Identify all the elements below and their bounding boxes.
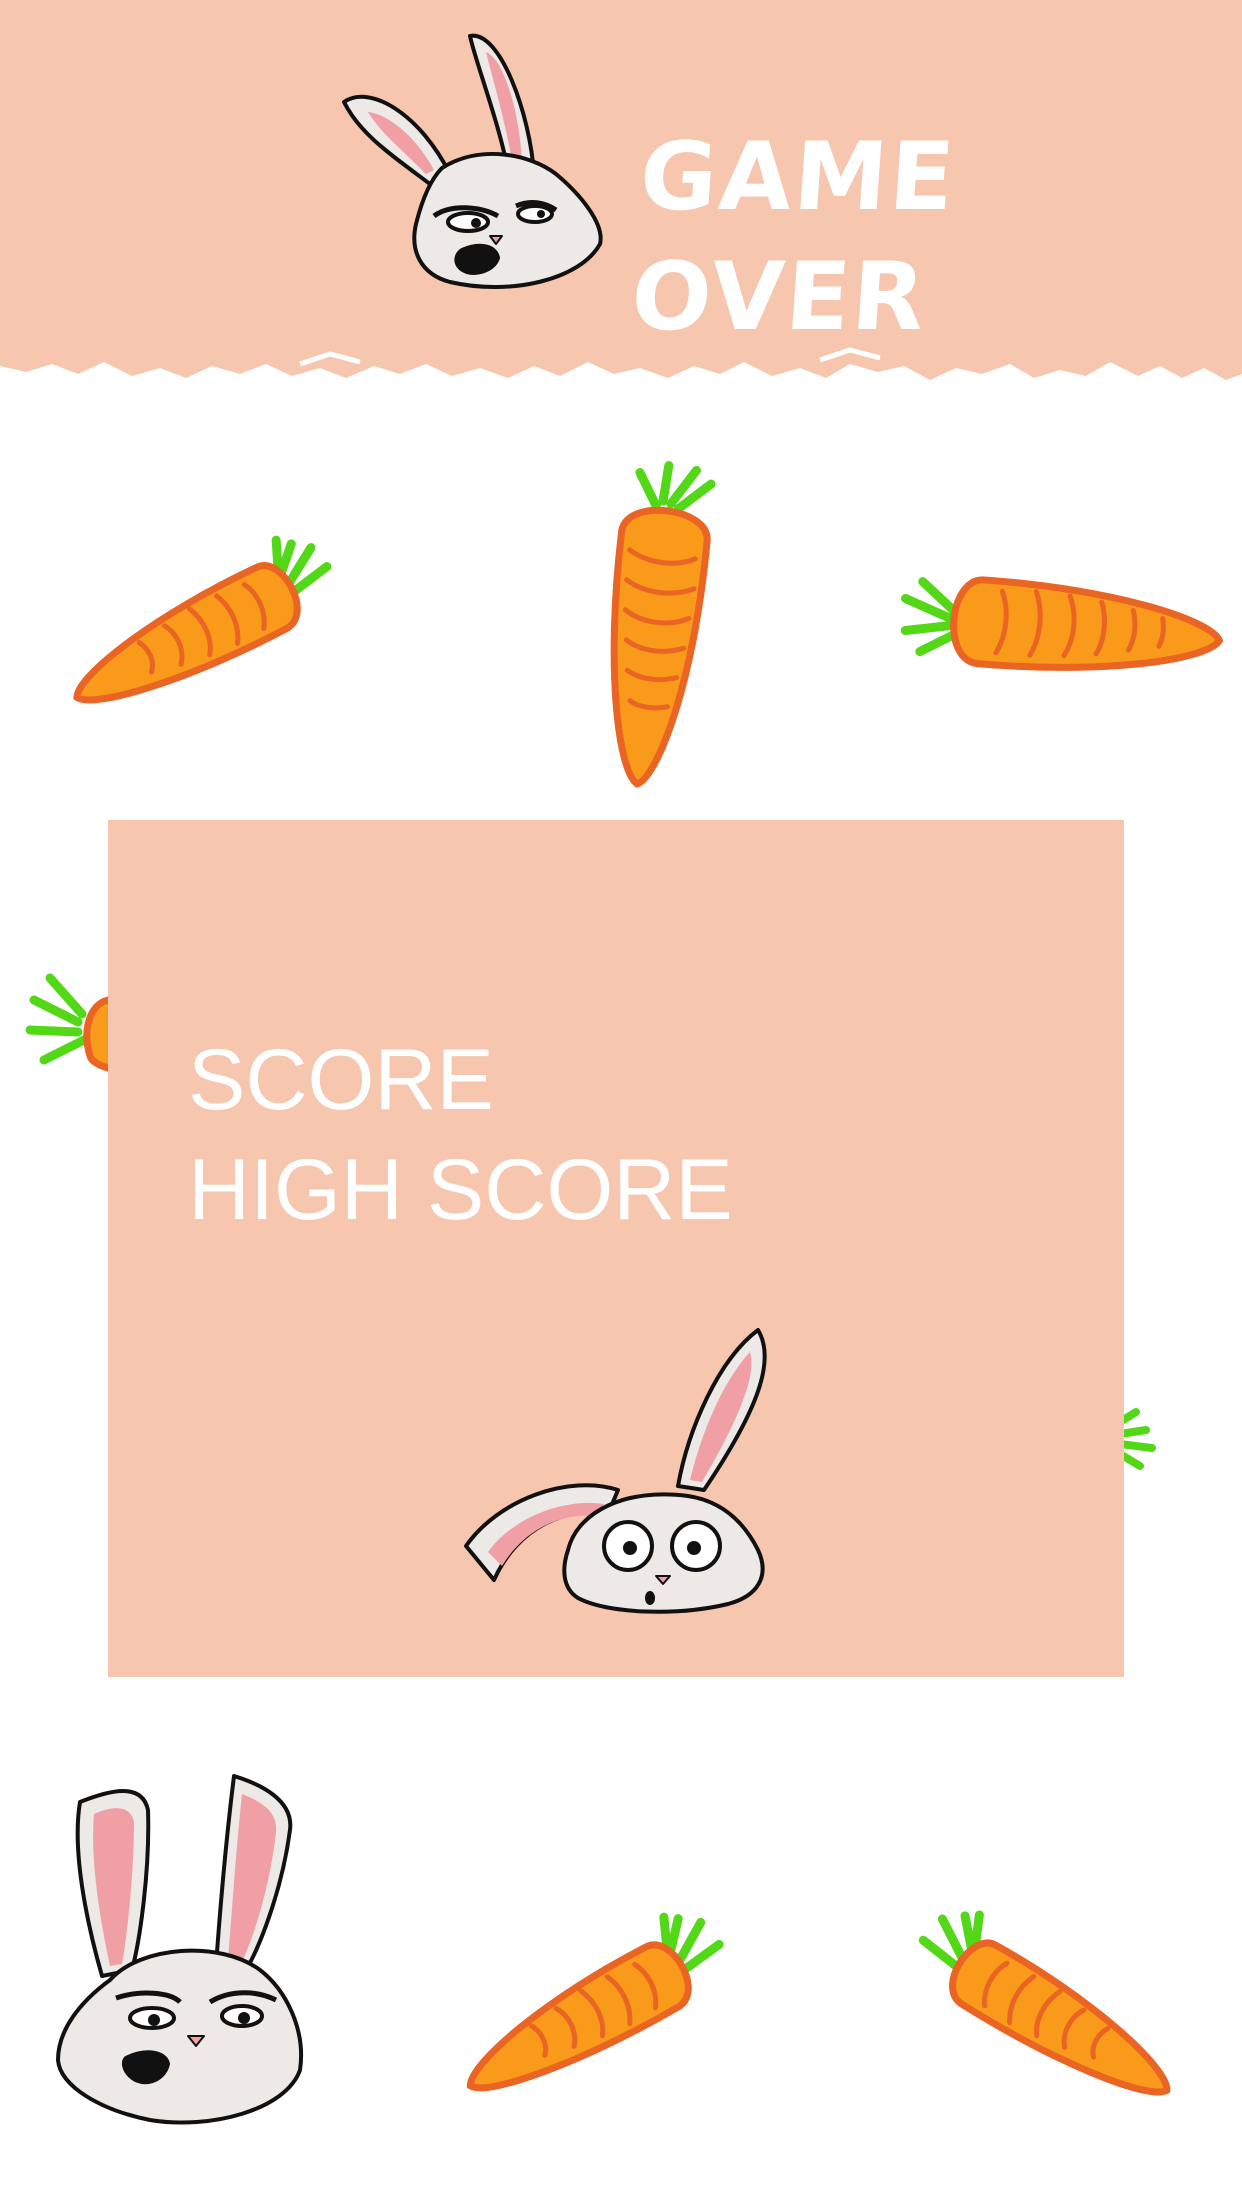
smug-bunny-icon xyxy=(50,1770,320,2140)
carrot-icon xyxy=(50,528,360,718)
carrot-icon xyxy=(890,556,1230,686)
score-label: SCORE xyxy=(188,1032,494,1128)
shocked-bunny-icon xyxy=(458,1320,818,1640)
game-over-title: GAME OVER xyxy=(627,123,960,352)
high-score-label: HIGH SCORE xyxy=(188,1142,733,1238)
score-panel: SCORE HIGH SCORE xyxy=(108,820,1124,1677)
annoyed-bunny-icon xyxy=(330,24,620,304)
carrot-icon xyxy=(890,1890,1210,2100)
carrot-icon xyxy=(440,1890,760,2100)
carrot-icon xyxy=(580,460,730,790)
game-over-screen: GAME OVER SCORE HIGH SCORE xyxy=(0,0,1242,2208)
torn-paper-edge xyxy=(0,338,1242,380)
